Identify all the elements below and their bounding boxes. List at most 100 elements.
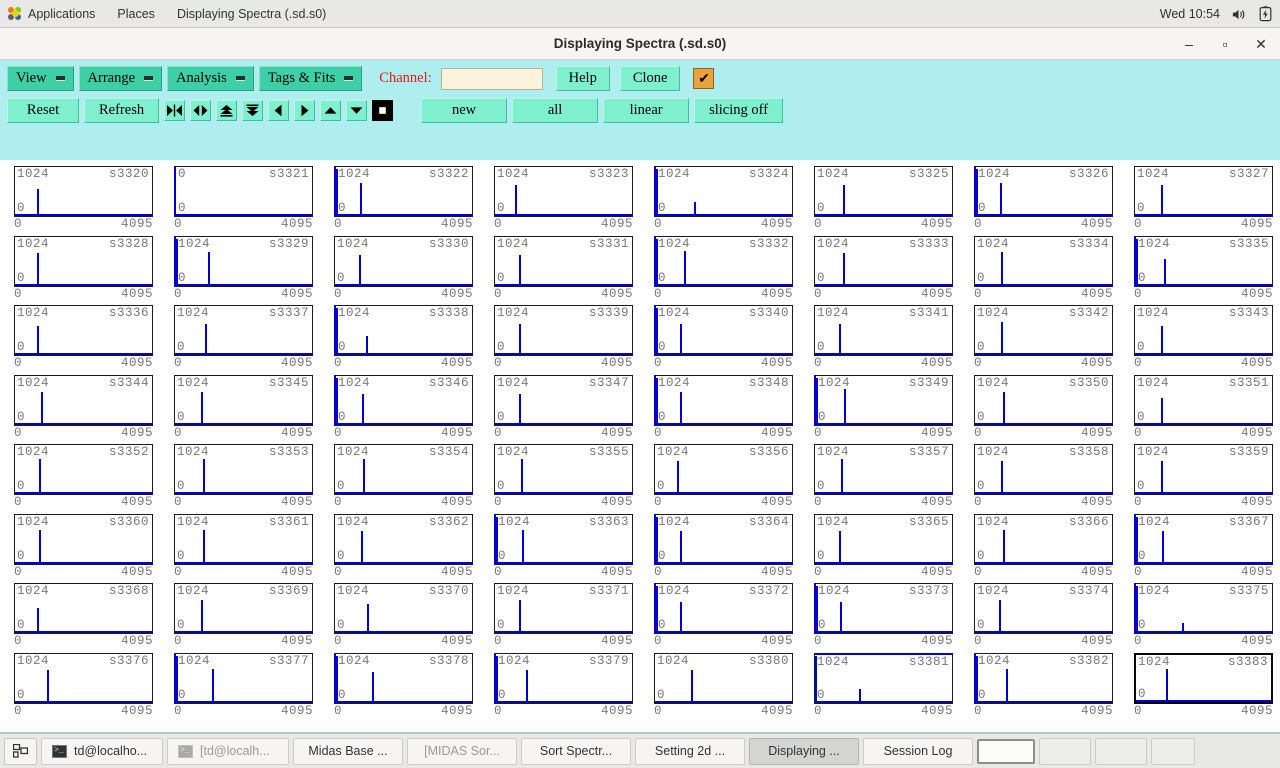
spectrum-plot[interactable]: 1024s33830 xyxy=(1134,653,1273,704)
spectrum-panel[interactable]: 1024s3369004095 xyxy=(160,577,320,647)
workspace-switcher-active[interactable] xyxy=(977,739,1035,764)
spectrum-plot[interactable]: 1024s33410 xyxy=(814,305,953,356)
spectrum-panel[interactable]: 1024s3351004095 xyxy=(1120,369,1280,439)
spectrum-plot[interactable]: 1024s33350 xyxy=(1134,236,1273,287)
spectrum-panel[interactable]: 1024s3350004095 xyxy=(960,369,1120,439)
spectrum-plot[interactable]: 1024s33230 xyxy=(494,166,633,217)
spectrum-plot[interactable]: 1024s33650 xyxy=(814,514,953,565)
collapse-horizontal-icon[interactable] xyxy=(164,100,185,121)
spectrum-plot[interactable]: 1024s33620 xyxy=(334,514,473,565)
spectrum-panel[interactable]: 1024s3324004095 xyxy=(640,160,800,230)
spectrum-plot[interactable]: 1024s33340 xyxy=(974,236,1113,287)
spectrum-plot[interactable]: 1024s33450 xyxy=(174,375,313,426)
spectrum-panel[interactable]: 1024s3383004095 xyxy=(1120,647,1280,717)
spectrum-panel[interactable]: 1024s3375004095 xyxy=(1120,577,1280,647)
spectrum-panel[interactable]: 1024s3340004095 xyxy=(640,299,800,369)
spectrum-panel[interactable]: 1024s3365004095 xyxy=(800,508,960,578)
spectrum-plot[interactable]: 1024s33640 xyxy=(654,514,793,565)
spectrum-panel[interactable]: 1024s3332004095 xyxy=(640,230,800,300)
applications-menu[interactable]: Applications xyxy=(0,0,106,28)
spectrum-plot[interactable]: 1024s33220 xyxy=(334,166,473,217)
spectrum-panel[interactable]: 1024s3381004095 xyxy=(800,647,960,717)
spectrum-plot[interactable]: 1024s33430 xyxy=(1134,305,1273,356)
spectrum-panel[interactable]: 1024s3334004095 xyxy=(960,230,1120,300)
spectrum-panel[interactable]: 1024s3372004095 xyxy=(640,577,800,647)
spectrum-panel[interactable]: 1024s3325004095 xyxy=(800,160,960,230)
spectrum-panel[interactable]: 1024s3331004095 xyxy=(480,230,640,300)
spectrum-plot[interactable]: 1024s33580 xyxy=(974,444,1113,495)
spectrum-panel[interactable]: 1024s3345004095 xyxy=(160,369,320,439)
spectrum-plot[interactable]: 1024s33280 xyxy=(14,236,153,287)
taskbar-item-midas-base[interactable]: Midas Base ... xyxy=(293,738,403,765)
spectrum-panel[interactable]: 1024s3353004095 xyxy=(160,438,320,508)
spectrum-plot[interactable]: 1024s33200 xyxy=(14,166,153,217)
spectrum-plot[interactable]: 1024s33420 xyxy=(974,305,1113,356)
spectrum-plot[interactable]: 1024s33550 xyxy=(494,444,633,495)
spectrum-plot[interactable]: 1024s33800 xyxy=(654,653,793,704)
spectrum-panel[interactable]: 1024s3358004095 xyxy=(960,438,1120,508)
menu-view[interactable]: View xyxy=(7,66,74,91)
spectrum-plot[interactable]: 1024s33730 xyxy=(814,583,953,634)
spectrum-plot[interactable]: 0s33210 xyxy=(174,166,313,217)
taskbar-item-displaying[interactable]: Displaying ... xyxy=(749,738,859,765)
spectrum-panel[interactable]: 1024s3360004095 xyxy=(0,508,160,578)
spectrum-panel[interactable]: 1024s3329004095 xyxy=(160,230,320,300)
spectrum-plot[interactable]: 1024s33300 xyxy=(334,236,473,287)
spectrum-panel[interactable]: 1024s3338004095 xyxy=(320,299,480,369)
spectrum-panel[interactable]: 1024s3373004095 xyxy=(800,577,960,647)
taskbar-item-session-log[interactable]: Session Log xyxy=(863,738,973,765)
step-down-icon[interactable] xyxy=(346,100,367,121)
spectrum-plot[interactable]: 1024s33400 xyxy=(654,305,793,356)
spectrum-panel[interactable]: 1024s3371004095 xyxy=(480,577,640,647)
spectrum-panel[interactable]: 1024s3377004095 xyxy=(160,647,320,717)
spectrum-plot[interactable]: 1024s33320 xyxy=(654,236,793,287)
mode-slicing-button[interactable]: slicing off xyxy=(694,98,783,123)
spectrum-plot[interactable]: 1024s33770 xyxy=(174,653,313,704)
spectrum-panel[interactable]: 1024s3356004095 xyxy=(640,438,800,508)
spectrum-panel[interactable]: 1024s3327004095 xyxy=(1120,160,1280,230)
spectrum-plot[interactable]: 1024s33660 xyxy=(974,514,1113,565)
spectrum-plot[interactable]: 1024s33260 xyxy=(974,166,1113,217)
spectrum-plot[interactable]: 1024s33270 xyxy=(1134,166,1273,217)
spectrum-plot[interactable]: 1024s33740 xyxy=(974,583,1113,634)
menu-arrange[interactable]: Arrange xyxy=(79,66,163,91)
spectrum-plot[interactable]: 1024s33440 xyxy=(14,375,153,426)
spectrum-panel[interactable]: 1024s3357004095 xyxy=(800,438,960,508)
workspace-switcher-2[interactable] xyxy=(1039,738,1091,765)
spectrum-panel[interactable]: 1024s3348004095 xyxy=(640,369,800,439)
spectrum-panel[interactable]: 1024s3326004095 xyxy=(960,160,1120,230)
spectrum-plot[interactable]: 1024s33610 xyxy=(174,514,313,565)
clone-button[interactable]: Clone xyxy=(620,66,681,91)
spectrum-panel[interactable]: 1024s3336004095 xyxy=(0,299,160,369)
step-right-icon[interactable] xyxy=(294,100,315,121)
spectrum-panel[interactable]: 1024s3347004095 xyxy=(480,369,640,439)
spectrum-plot[interactable]: 1024s33710 xyxy=(494,583,633,634)
spectrum-panel[interactable]: 1024s3362004095 xyxy=(320,508,480,578)
show-desktop-icon[interactable] xyxy=(4,738,37,765)
spectrum-plot[interactable]: 1024s33780 xyxy=(334,653,473,704)
spectrum-panel[interactable]: 1024s3374004095 xyxy=(960,577,1120,647)
channel-input[interactable] xyxy=(441,68,543,90)
mode-new-button[interactable]: new xyxy=(421,98,507,123)
spectrum-panel[interactable]: 1024s3359004095 xyxy=(1120,438,1280,508)
spectrum-plot[interactable]: 1024s33600 xyxy=(14,514,153,565)
spectrum-plot[interactable]: 1024s33480 xyxy=(654,375,793,426)
spectrum-panel[interactable]: 1024s3364004095 xyxy=(640,508,800,578)
spectrum-plot[interactable]: 1024s33690 xyxy=(174,583,313,634)
spectrum-plot[interactable]: 1024s33360 xyxy=(14,305,153,356)
battery-icon[interactable] xyxy=(1257,6,1274,23)
spectrum-panel[interactable]: 1024s3354004095 xyxy=(320,438,480,508)
taskbar-item-sort-spectra[interactable]: Sort Spectr... xyxy=(521,738,631,765)
spectrum-panel[interactable]: 1024s3341004095 xyxy=(800,299,960,369)
spectrum-panel[interactable]: 1024s3366004095 xyxy=(960,508,1120,578)
spectrum-plot[interactable]: 1024s33380 xyxy=(334,305,473,356)
spectrum-panel[interactable]: 1024s3320004095 xyxy=(0,160,160,230)
spectrum-panel[interactable]: 1024s3361004095 xyxy=(160,508,320,578)
spectrum-panel[interactable]: 1024s3367004095 xyxy=(1120,508,1280,578)
spectrum-plot[interactable]: 1024s33390 xyxy=(494,305,633,356)
spectrum-panel[interactable]: 1024s3337004095 xyxy=(160,299,320,369)
spectrum-plot[interactable]: 1024s33590 xyxy=(1134,444,1273,495)
spectrum-plot[interactable]: 1024s33560 xyxy=(654,444,793,495)
spectrum-panel[interactable]: 1024s3342004095 xyxy=(960,299,1120,369)
spectrum-plot[interactable]: 1024s33810 xyxy=(814,653,953,704)
